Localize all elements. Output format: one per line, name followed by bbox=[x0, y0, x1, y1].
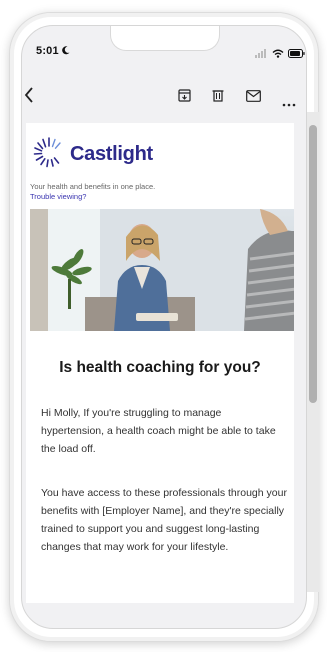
hero-image bbox=[30, 209, 294, 331]
trouble-viewing-link[interactable]: Trouble viewing? bbox=[30, 192, 86, 201]
battery-icon bbox=[288, 45, 305, 63]
status-time: 5:01 bbox=[36, 45, 70, 58]
brand-tagline: Your health and benefits in one place. bbox=[30, 182, 156, 191]
moon-icon bbox=[62, 46, 70, 58]
email-toolbar bbox=[0, 85, 327, 109]
status-icons bbox=[255, 45, 305, 63]
chevron-left-icon[interactable] bbox=[24, 87, 34, 108]
phone-notch bbox=[110, 26, 220, 51]
mail-icon[interactable] bbox=[246, 89, 261, 107]
castlight-logo-icon bbox=[32, 135, 66, 174]
signal-icon bbox=[255, 45, 268, 63]
body-paragraph-2: You have access to these professionals t… bbox=[41, 487, 287, 553]
brand-header: Castlight bbox=[32, 135, 153, 174]
email-content: Castlight Your health and benefits in on… bbox=[26, 123, 294, 603]
more-icon[interactable] bbox=[282, 94, 296, 112]
body-paragraph-1: Hi Molly, If you're struggling to manage… bbox=[41, 407, 276, 455]
trash-icon[interactable] bbox=[212, 89, 224, 107]
wifi-icon bbox=[272, 45, 284, 63]
archive-icon[interactable] bbox=[178, 89, 191, 107]
status-time-text: 5:01 bbox=[36, 45, 59, 57]
brand-name: Castlight bbox=[70, 143, 153, 165]
email-headline: Is health coaching for you? bbox=[59, 359, 261, 376]
scrollbar-thumb[interactable] bbox=[309, 125, 317, 403]
